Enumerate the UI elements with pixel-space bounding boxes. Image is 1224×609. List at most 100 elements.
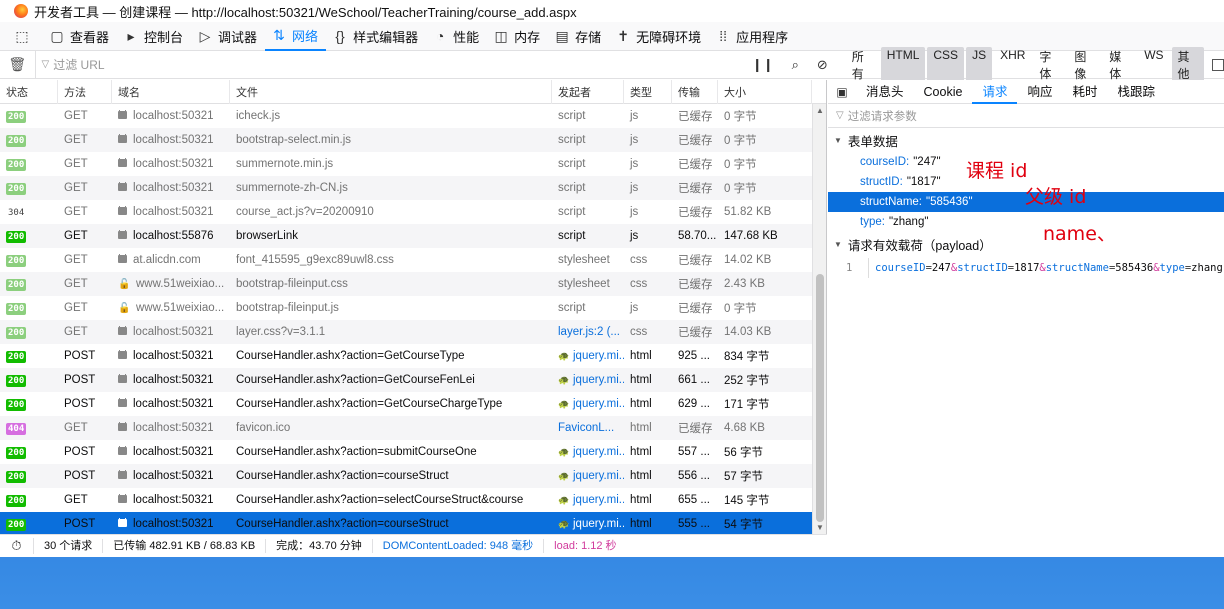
network-filter-bar: 🗑 ▽ 过滤 URL ❙❙ ⌕ ⊘ 所有 HTML CSS JS XHR 字体 图像 媒体 WS… — [0, 46, 1224, 83]
request-row[interactable]: 200 GET localhost:50321 CourseHandler.ashx?… — [0, 488, 826, 512]
initiator-text[interactable]: jquery.mi... — [573, 494, 624, 506]
scrollbar-thumb[interactable] — [816, 274, 824, 522]
initiator-text[interactable]: layer.js:2 (... — [558, 326, 620, 338]
details-tab[interactable]: 栈跟踪 — [1107, 80, 1165, 104]
initiator-cell[interactable]: 🐢 jquery.mi... — [552, 518, 624, 530]
initiator-text[interactable]: FaviconL... — [558, 422, 614, 434]
toolbar-tab-performance[interactable]: ◔ 性能 — [426, 22, 487, 51]
request-row[interactable]: 200 POST localhost:50321 CourseHandler.ashx… — [0, 392, 826, 416]
toolbar-tab-accessibility[interactable]: ✝ 无障碍环境 — [609, 22, 709, 51]
initiator-cell[interactable]: 🐢 jquery.mi... — [552, 374, 624, 386]
form-data-section-header[interactable]: ▼ 表单数据 — [828, 128, 1224, 152]
toolbar-tab-label: 查看器 — [70, 29, 110, 45]
clear-requests-trash-icon[interactable]: 🗑 — [0, 56, 35, 73]
transferred-cell: 58.70... — [678, 230, 717, 242]
request-row[interactable]: 200 POST localhost:50321 CourseHandler.ashx… — [0, 464, 826, 488]
initiator-cell[interactable]: FaviconL... — [552, 422, 624, 434]
request-row[interactable]: 200 GET 🔓 www.51weixiao... bootstrap-fileinp… — [0, 296, 826, 320]
initiator-text[interactable]: jquery.mi... — [573, 398, 624, 410]
column-transferred[interactable]: 传输 — [672, 80, 718, 104]
request-row[interactable]: 200 POST localhost:50321 CourseHandler.ashx… — [0, 344, 826, 368]
type-filter-button[interactable]: WS — [1138, 47, 1169, 83]
toolbar-tab-application[interactable]: ⁞⁞ 应用程序 — [709, 22, 796, 51]
request-row[interactable]: 200 GET localhost:55876 browserLink script js… — [0, 224, 826, 248]
initiator-text[interactable]: jquery.mi... — [573, 374, 624, 386]
request-row[interactable]: 200 GET localhost:50321 summernote.min.js sc… — [0, 152, 826, 176]
request-row[interactable]: 200 POST localhost:50321 CourseHandler.ashx… — [0, 368, 826, 392]
type-filter-button[interactable]: XHR — [994, 47, 1031, 83]
scroll-down-icon[interactable]: ▼ — [816, 523, 824, 532]
request-row[interactable]: 200 GET 🔓 www.51weixiao... bootstrap-fileinp… — [0, 272, 826, 296]
details-tab[interactable]: 请求 — [972, 80, 1018, 104]
search-icon[interactable]: ⌕ — [792, 57, 799, 73]
transferred-cell: 已缓存 — [678, 255, 713, 267]
initiator-cell[interactable]: 🐢 jquery.mi... — [552, 494, 624, 506]
request-list-scrollbar[interactable]: ▲ ▼ — [812, 104, 826, 534]
request-row[interactable]: 200 GET localhost:50321 icheck.js script js 已缓… — [0, 104, 826, 128]
details-tab[interactable]: 响应 — [1017, 80, 1062, 104]
payload-code[interactable]: courseID = 247 & structID = 1817 & structName = 58… — [868, 258, 1223, 278]
domain-cell: at.alicdn.com — [112, 254, 230, 266]
type-filter-button[interactable]: CSS — [927, 46, 965, 83]
column-type[interactable]: 类型 — [624, 80, 672, 104]
request-row[interactable]: 200 GET localhost:50321 bootstrap-select.mi… — [0, 128, 826, 152]
type-filter-button[interactable]: HTML — [880, 46, 926, 83]
request-row[interactable]: 200 GET at.alicdn.com font_415595_g9exc89uw… — [0, 248, 826, 272]
column-file[interactable]: 文件 — [230, 80, 552, 104]
column-domain[interactable]: 域名 — [112, 80, 230, 104]
request-row[interactable]: 200 POST localhost:50321 CourseHandler.ashx… — [0, 512, 826, 534]
toolbar-tab-inspector-pick[interactable]: ⬚ — [8, 22, 43, 51]
payload-title: 请求有效载荷（payload） — [847, 238, 992, 253]
settings-checkbox[interactable] — [1212, 58, 1224, 71]
request-row[interactable]: 304 GET localhost:50321 course_act.js?v=202… — [0, 200, 826, 224]
initiator-cell[interactable]: 🐢 jquery.mi... — [552, 350, 624, 362]
toolbar-tab-debugger[interactable]: ▷ 调试器 — [191, 22, 265, 51]
request-row[interactable]: 200 GET localhost:50321 layer.css?v=3.1.1 la… — [0, 320, 826, 344]
block-icon[interactable]: ⊘ — [817, 57, 828, 73]
param-filter-input[interactable]: ▽ 过滤请求参数 — [828, 104, 1224, 128]
toolbar-tab-storage[interactable]: ▤ 存储 — [548, 22, 609, 51]
column-status[interactable]: 状态 — [0, 80, 58, 104]
initiator-text[interactable]: jquery.mi... — [573, 446, 624, 458]
request-row[interactable]: 404 GET localhost:50321 favicon.ico FaviconL… — [0, 416, 826, 440]
lock-icon — [118, 110, 127, 119]
column-initiator[interactable]: 发起者 — [552, 80, 624, 104]
form-data-row[interactable]: type: "zhang" — [828, 212, 1224, 232]
type-filter-button[interactable]: 其他 — [1171, 46, 1205, 83]
type-filter-button[interactable]: 图像 — [1068, 47, 1101, 83]
url-filter-input[interactable]: ▽ 过滤 URL — [34, 50, 706, 79]
pause-icon[interactable]: ❙❙ — [752, 57, 774, 73]
toolbar-tab-console[interactable]: ▸ 控制台 — [117, 22, 191, 51]
type-filter-button[interactable]: JS — [966, 46, 993, 83]
toolbar-tab-memory[interactable]: ◫ 内存 — [487, 22, 548, 51]
request-row[interactable]: 200 GET localhost:50321 summernote-zh-CN.js… — [0, 176, 826, 200]
status-code-badge: 200 — [6, 398, 27, 411]
status-cell: 200 — [0, 134, 58, 147]
type-filter-button[interactable]: 所有 — [846, 47, 879, 83]
initiator-text[interactable]: jquery.mi... — [573, 470, 624, 482]
column-method[interactable]: 方法 — [58, 80, 112, 104]
initiator-text[interactable]: jquery.mi... — [573, 350, 624, 362]
initiator-cell[interactable]: 🐢 jquery.mi... — [552, 446, 624, 458]
method-cell: POST — [64, 518, 96, 530]
initiator-cell[interactable]: 🐢 jquery.mi... — [552, 398, 624, 410]
payload-section-header[interactable]: ▼ 请求有效载荷（payload） — [828, 232, 1224, 256]
toggle-panel-icon[interactable]: ▣ — [828, 85, 856, 99]
size-cell: 4.68 KB — [724, 422, 765, 434]
details-tab[interactable]: Cookie — [914, 80, 973, 104]
initiator-cell[interactable]: 🐢 jquery.mi... — [552, 470, 624, 482]
toolbar-tab-style-editor[interactable]: {} 样式编辑器 — [326, 22, 426, 51]
column-size[interactable]: 大小 — [718, 80, 812, 104]
type-filter-button[interactable]: 媒体 — [1103, 47, 1136, 83]
transferred-cell: 已缓存 — [678, 111, 713, 123]
type-filter-button[interactable]: 字体 — [1033, 47, 1066, 83]
initiator-cell[interactable]: layer.js:2 (... — [552, 326, 624, 338]
toolbar-tab-network[interactable]: ⇅ 网络 — [265, 22, 327, 51]
request-row[interactable]: 200 POST localhost:50321 CourseHandler.ashx… — [0, 440, 826, 464]
details-tab[interactable]: 消息头 — [856, 80, 914, 104]
scroll-up-icon[interactable]: ▲ — [816, 106, 824, 115]
details-tab[interactable]: 耗时 — [1062, 80, 1107, 104]
initiator-text[interactable]: jquery.mi... — [573, 518, 624, 530]
size-cell: 252 字节 — [724, 375, 770, 387]
toolbar-tab-inspector[interactable]: ▢ 查看器 — [43, 22, 117, 51]
